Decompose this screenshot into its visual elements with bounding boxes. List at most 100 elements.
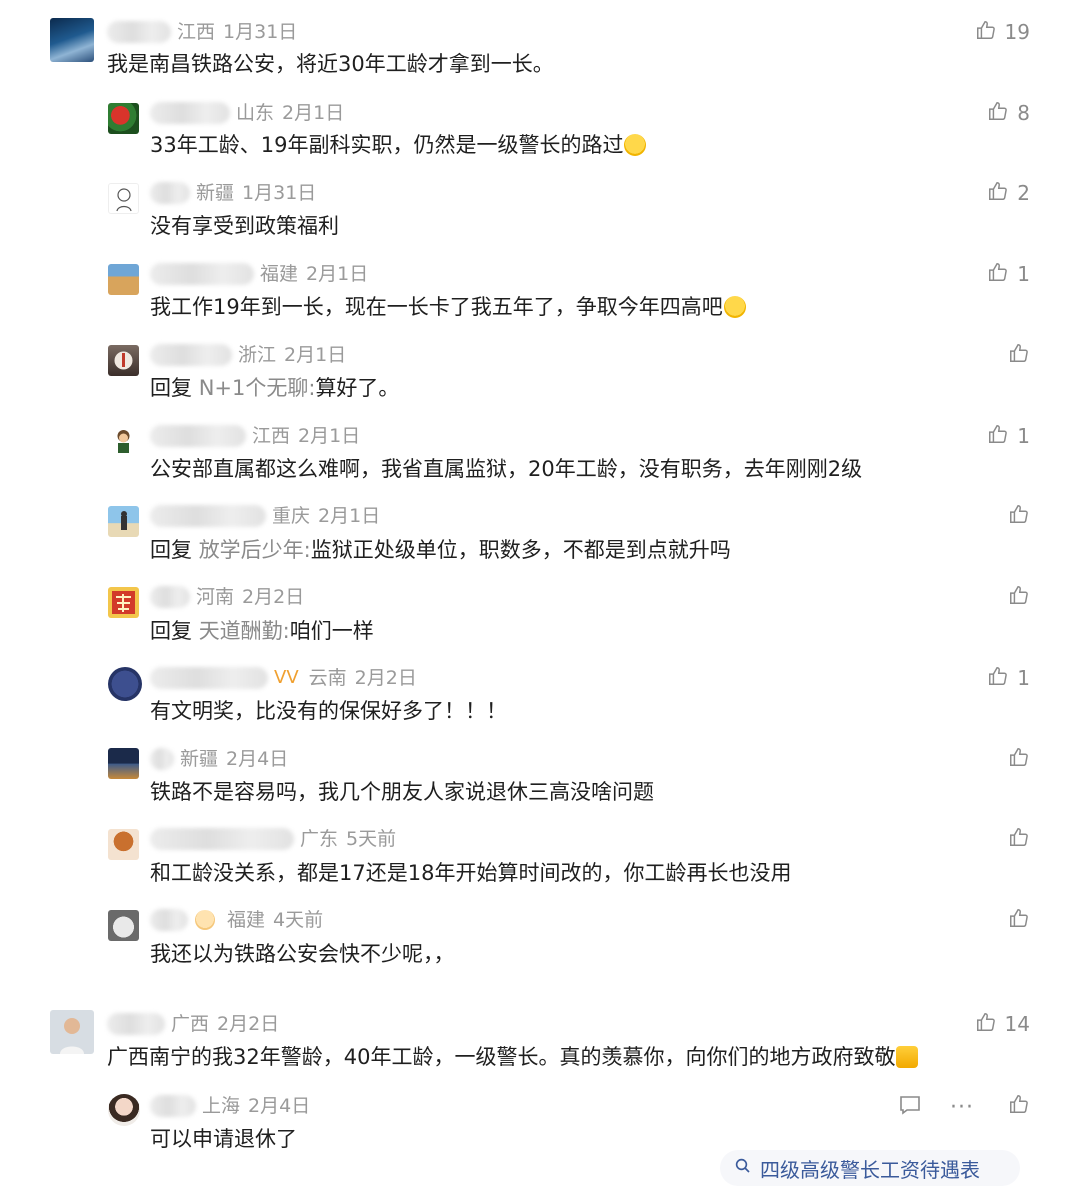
blue-circle-avatar[interactable]	[108, 667, 142, 701]
like-button[interactable]: 2	[987, 180, 1030, 206]
thumbs-up-icon	[987, 180, 1009, 207]
thumbs-up-icon	[1008, 584, 1030, 611]
thumbs-up-icon	[1008, 826, 1030, 853]
location-label: 广东	[300, 828, 339, 850]
username-blurred[interactable]	[150, 263, 254, 285]
like-button[interactable]	[1008, 503, 1030, 529]
username-blurred[interactable]	[150, 1095, 196, 1117]
location-label: 云南	[308, 667, 347, 689]
more-options-icon[interactable]: ···	[950, 1095, 974, 1120]
cat-avatar[interactable]	[108, 910, 139, 941]
like-button[interactable]	[1008, 1093, 1030, 1119]
thumbs-up-icon	[975, 1011, 997, 1038]
thumbs-up-emoji	[896, 1046, 919, 1068]
thumbs-up-icon	[987, 665, 1009, 692]
comment-bubble-icon[interactable]	[898, 1093, 922, 1121]
night-sky-avatar[interactable]	[50, 18, 94, 62]
like-button[interactable]	[1008, 826, 1030, 852]
man-portrait-avatar[interactable]	[50, 1010, 94, 1054]
username-blurred[interactable]	[150, 586, 190, 608]
lighthouse-avatar[interactable]	[108, 345, 139, 376]
location-label: 重庆	[272, 505, 311, 527]
comment-text: 没有享受到政策福利	[150, 214, 339, 238]
date-label: 1月31日	[242, 182, 317, 204]
woman-portrait-avatar[interactable]	[108, 1094, 140, 1126]
thumbs-up-icon	[1008, 907, 1030, 934]
location-label: 江西	[252, 425, 291, 447]
thumbs-up-icon	[987, 100, 1009, 127]
comment-text: 可以申请退休了	[150, 1127, 297, 1151]
date-label: 2月1日	[318, 505, 381, 527]
reply-to-user[interactable]: N+1个无聊:	[199, 376, 316, 400]
thumbs-up-icon	[1008, 1093, 1030, 1120]
location-label: 新疆	[180, 748, 219, 770]
comment-text: 和工龄没关系，都是17还是18年开始算时间改的，你工龄再长也没用	[150, 861, 792, 885]
username-blurred[interactable]	[150, 102, 230, 124]
beach-person-avatar[interactable]	[108, 506, 139, 537]
username-blurred[interactable]	[150, 344, 232, 366]
username-blurred[interactable]	[150, 505, 266, 527]
location-label: 山东	[236, 102, 275, 124]
location-label: 福建	[260, 263, 299, 285]
search-icon	[720, 1156, 760, 1180]
comment-text: 我是南昌铁路公安，将近30年工龄才拿到一长。	[107, 52, 554, 76]
city-night-avatar[interactable]	[108, 748, 139, 779]
username-blurred[interactable]	[107, 1013, 165, 1035]
username-blurred[interactable]	[150, 667, 268, 689]
comment-text: 广西南宁的我32年警龄，40年工龄，一级警长。真的羡慕你，向你们的地方政府致敬	[107, 1045, 896, 1069]
date-label: 4天前	[273, 909, 324, 931]
date-label: 1月31日	[223, 21, 298, 43]
like-button[interactable]: 14	[975, 1011, 1030, 1037]
date-label: 2月4日	[248, 1095, 311, 1117]
like-button[interactable]	[1008, 584, 1030, 610]
location-label: 福建	[227, 909, 266, 931]
username-blurred[interactable]	[150, 828, 294, 850]
watermelon-avatar[interactable]	[108, 103, 139, 134]
like-count: 8	[1017, 101, 1030, 125]
location-label: 江西	[177, 21, 216, 43]
thumbs-up-icon	[987, 261, 1009, 288]
red-calligraphy-avatar[interactable]	[108, 587, 139, 618]
username-blurred[interactable]	[150, 182, 190, 204]
like-count: 1	[1017, 666, 1030, 690]
like-button[interactable]	[1008, 342, 1030, 368]
date-label: 2月2日	[217, 1013, 280, 1035]
username-blurred[interactable]	[150, 425, 246, 447]
like-button[interactable]: 8	[987, 100, 1030, 126]
like-count: 1	[1017, 262, 1030, 286]
reply-to-user[interactable]: 天道酬勤:	[199, 619, 290, 643]
like-button[interactable]: 1	[987, 423, 1030, 449]
thumbs-up-icon	[1008, 503, 1030, 530]
like-button[interactable]	[1008, 746, 1030, 772]
like-button[interactable]	[1008, 907, 1030, 933]
like-button[interactable]: 1	[987, 261, 1030, 287]
reply-prefix: 回复	[150, 538, 192, 562]
camel-desert-avatar[interactable]	[108, 264, 139, 295]
vip-badge-icon: ᐯᐯ	[274, 667, 299, 688]
reply-to-user[interactable]: 放学后少年:	[199, 538, 311, 562]
like-count: 19	[1004, 20, 1030, 44]
date-label: 2月1日	[306, 263, 369, 285]
like-button[interactable]: 1	[987, 665, 1030, 691]
comment-text: 咱们一样	[289, 619, 374, 643]
username-blurred[interactable]	[150, 909, 188, 931]
comment-text: 算好了。	[315, 376, 400, 400]
username-blurred[interactable]	[107, 21, 171, 43]
cartoon-sketch-avatar[interactable]	[108, 183, 139, 214]
food-photo-avatar[interactable]	[108, 829, 139, 860]
thumbs-up-icon	[975, 19, 997, 46]
location-label: 河南	[196, 586, 235, 608]
location-label: 新疆	[196, 182, 235, 204]
date-label: 2月2日	[354, 667, 417, 689]
cartoon-boy-avatar[interactable]	[108, 426, 139, 457]
date-label: 5天前	[346, 828, 397, 850]
like-button[interactable]: 19	[975, 19, 1030, 45]
username-blurred[interactable]	[150, 748, 174, 770]
comment-text: 有文明奖，比没有的保保好多了！！！	[150, 699, 507, 723]
related-search-link[interactable]: 四级高级警长工资待遇表	[720, 1150, 1020, 1186]
thumbs-up-icon	[1008, 342, 1030, 369]
smile-emoji	[195, 910, 215, 930]
comment-text: 我工作19年到一长，现在一长卡了我五年了，争取今年四高吧	[150, 295, 723, 319]
comment-text: 监狱正处级单位，职数多，不都是到点就升吗	[310, 538, 731, 562]
crying-laugh-emoji	[624, 134, 647, 156]
